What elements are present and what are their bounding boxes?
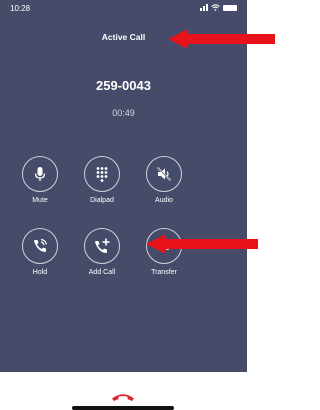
end-call-bar [0, 372, 247, 410]
dialpad-icon [96, 167, 108, 182]
phone-screen: 10:28 Active Call 259-0043 00:49 Mute Di… [0, 0, 247, 410]
annotation-arrow-icon [168, 29, 275, 49]
add-call-label: Add Call [88, 269, 116, 276]
status-icons [200, 4, 237, 11]
end-call-button[interactable] [108, 390, 138, 404]
annotation-arrow-icon [146, 234, 258, 254]
status-bar: 10:28 [0, 0, 247, 18]
add-call-button[interactable]: Add Call [74, 228, 130, 276]
hold-label: Hold [32, 269, 48, 276]
transfer-label: Transfer [151, 269, 177, 276]
dialpad-label: Dialpad [90, 197, 114, 204]
hold-button[interactable]: Hold [12, 228, 68, 276]
call-screen: 10:28 Active Call 259-0043 00:49 Mute Di… [0, 0, 247, 372]
home-indicator [72, 406, 174, 410]
end-call-icon [112, 394, 134, 401]
add-call-icon [95, 238, 110, 253]
phone-hold-icon [34, 238, 48, 252]
speaker-muted-icon [156, 166, 172, 182]
signal-icon [200, 4, 208, 11]
call-duration: 00:49 [112, 108, 135, 118]
battery-icon [223, 4, 237, 11]
dialpad-button[interactable]: Dialpad [74, 156, 130, 204]
mute-label: Mute [32, 197, 48, 204]
status-time: 10:28 [10, 4, 31, 13]
audio-label: Audio [155, 197, 173, 204]
audio-button[interactable]: Audio [136, 156, 192, 204]
wifi-icon [211, 4, 220, 11]
caller-number: 259-0043 [96, 78, 151, 93]
microphone-icon [34, 167, 46, 181]
mute-button[interactable]: Mute [12, 156, 68, 204]
